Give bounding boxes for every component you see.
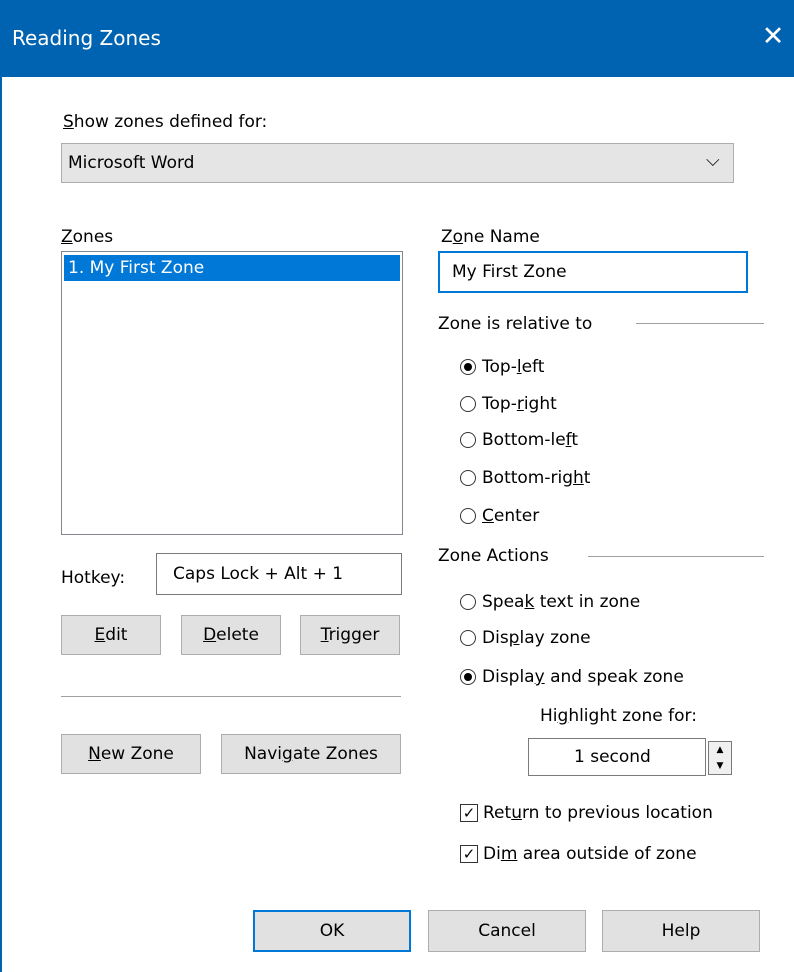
help-button[interactable]: Help — [602, 910, 760, 952]
zone-name-field[interactable]: My First Zone — [438, 251, 748, 293]
radio-indicator — [460, 432, 476, 448]
show-zones-dropdown[interactable]: Microsoft Word ⌵ — [61, 143, 734, 183]
radio-indicator — [460, 396, 476, 412]
hotkey-label: Hotkey: — [61, 568, 126, 588]
checkbox-indicator: ✓ — [460, 845, 478, 863]
spin-up-button[interactable]: ▲ — [709, 742, 731, 758]
show-zones-label: Show zones defined for: — [63, 112, 268, 132]
radio-indicator — [460, 630, 476, 646]
radio-bottom-right[interactable]: Bottom-right — [458, 468, 658, 490]
radio-label: Display and speak zone — [482, 667, 684, 687]
radio-speak-text[interactable]: Speak text in zone — [458, 592, 718, 614]
hotkey-field[interactable]: Caps Lock + Alt + 1 — [156, 553, 402, 595]
checkbox-dim-area[interactable]: ✓ Dim area outside of zone — [460, 844, 760, 866]
divider — [61, 696, 401, 697]
edit-button[interactable]: Edit — [61, 615, 161, 655]
radio-indicator — [460, 594, 476, 610]
highlight-duration-field[interactable]: 1 second — [528, 738, 706, 776]
zone-name-label: Zone Name — [441, 227, 540, 247]
chevron-down-icon: ⌵ — [706, 150, 720, 171]
radio-display-and-speak[interactable]: Display and speak zone — [458, 667, 738, 689]
radio-label: Bottom-left — [482, 430, 579, 450]
check-icon: ✓ — [462, 845, 476, 863]
delete-button[interactable]: Delete — [181, 615, 281, 655]
navigate-zones-button[interactable]: Navigate Zones — [221, 734, 401, 774]
relative-group-label: Zone is relative to — [438, 314, 593, 334]
radio-label: Display zone — [482, 628, 591, 648]
window-title: Reading Zones — [12, 26, 161, 50]
radio-label: Top-right — [482, 394, 557, 414]
checkbox-return-to-previous[interactable]: ✓ Return to previous location — [460, 803, 760, 825]
check-icon: ✓ — [462, 804, 476, 822]
radio-indicator — [460, 359, 476, 375]
radio-indicator — [460, 508, 476, 524]
radio-indicator — [460, 470, 476, 486]
cancel-button[interactable]: Cancel — [428, 910, 586, 952]
zone-name-value: My First Zone — [452, 262, 567, 282]
checkbox-label: Dim area outside of zone — [483, 844, 697, 864]
window-left-border — [0, 77, 2, 972]
radio-indicator — [460, 669, 476, 685]
zones-label: Zones — [61, 227, 114, 247]
close-button[interactable]: ✕ — [752, 16, 794, 58]
radio-label: Top-left — [482, 357, 545, 377]
highlight-spinner[interactable]: ▲ ▼ — [708, 741, 732, 775]
hotkey-value: Caps Lock + Alt + 1 — [173, 564, 344, 584]
relative-group-rule — [636, 323, 764, 324]
checkbox-indicator: ✓ — [460, 804, 478, 822]
arrow-up-icon: ▲ — [716, 745, 724, 755]
radio-center[interactable]: Center — [458, 506, 658, 528]
zones-list[interactable]: 1. My First Zone — [61, 251, 403, 535]
close-icon: ✕ — [761, 21, 785, 52]
list-item[interactable]: 1. My First Zone — [64, 255, 400, 281]
new-zone-button[interactable]: New Zone — [61, 734, 201, 774]
actions-group-rule — [588, 556, 764, 557]
radio-top-right[interactable]: Top-right — [458, 394, 658, 416]
spin-down-button[interactable]: ▼ — [709, 758, 731, 774]
radio-label: Speak text in zone — [482, 592, 641, 612]
radio-bottom-left[interactable]: Bottom-left — [458, 430, 658, 452]
arrow-down-icon: ▼ — [716, 761, 724, 771]
show-zones-selected: Microsoft Word — [68, 153, 195, 173]
trigger-button[interactable]: Trigger — [300, 615, 400, 655]
radio-label: Bottom-right — [482, 468, 591, 488]
radio-top-left[interactable]: Top-left — [458, 357, 658, 379]
checkbox-label: Return to previous location — [483, 803, 713, 823]
actions-group-label: Zone Actions — [438, 546, 549, 566]
radio-display-zone[interactable]: Display zone — [458, 628, 718, 650]
highlight-label: Highlight zone for: — [540, 706, 697, 726]
ok-button[interactable]: OK — [253, 910, 411, 952]
highlight-duration-value: 1 second — [574, 747, 651, 767]
radio-label: Center — [482, 506, 540, 526]
